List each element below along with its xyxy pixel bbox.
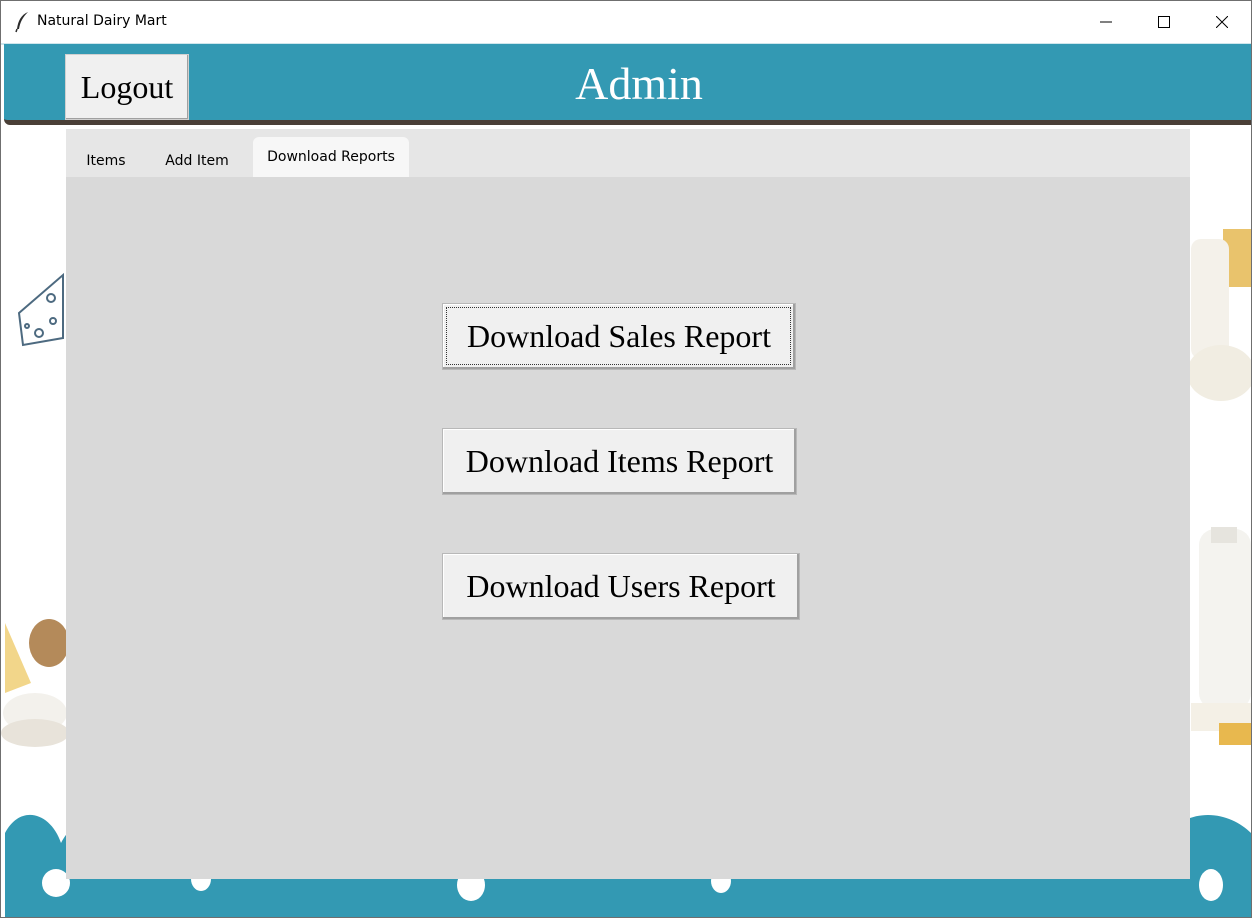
- tab-download-reports[interactable]: Download Reports: [253, 137, 409, 177]
- download-items-report-button[interactable]: Download Items Report: [442, 428, 797, 495]
- logout-button[interactable]: Logout: [65, 54, 189, 120]
- minimize-button[interactable]: [1077, 1, 1135, 43]
- page-title: Admin: [575, 58, 703, 109]
- tab-add-item[interactable]: Add Item: [156, 145, 238, 177]
- app-window: Natural Dairy Mart Logout Admin Items Ad…: [0, 0, 1252, 918]
- admin-notebook: Items Add Item Download Reports Download…: [66, 129, 1190, 879]
- dairy-products-right: [1187, 229, 1251, 745]
- download-users-report-button[interactable]: Download Users Report: [442, 553, 800, 620]
- cheese-outline-icon: [17, 272, 64, 347]
- close-button[interactable]: [1193, 1, 1251, 43]
- download-reports-panel: Download Sales Report Download Items Rep…: [66, 177, 1190, 879]
- close-icon: [1216, 16, 1228, 28]
- tab-items[interactable]: Items: [76, 145, 136, 177]
- title-bar: Natural Dairy Mart: [1, 1, 1251, 43]
- feather-icon: [13, 11, 33, 33]
- maximize-button[interactable]: [1135, 1, 1193, 43]
- dairy-products-left: [1, 619, 69, 747]
- tab-bar: Items Add Item Download Reports: [66, 129, 1190, 177]
- minimize-icon: [1100, 21, 1112, 23]
- download-sales-report-button[interactable]: Download Sales Report: [442, 303, 796, 370]
- window-title: Natural Dairy Mart: [37, 13, 167, 29]
- maximize-icon: [1158, 16, 1170, 28]
